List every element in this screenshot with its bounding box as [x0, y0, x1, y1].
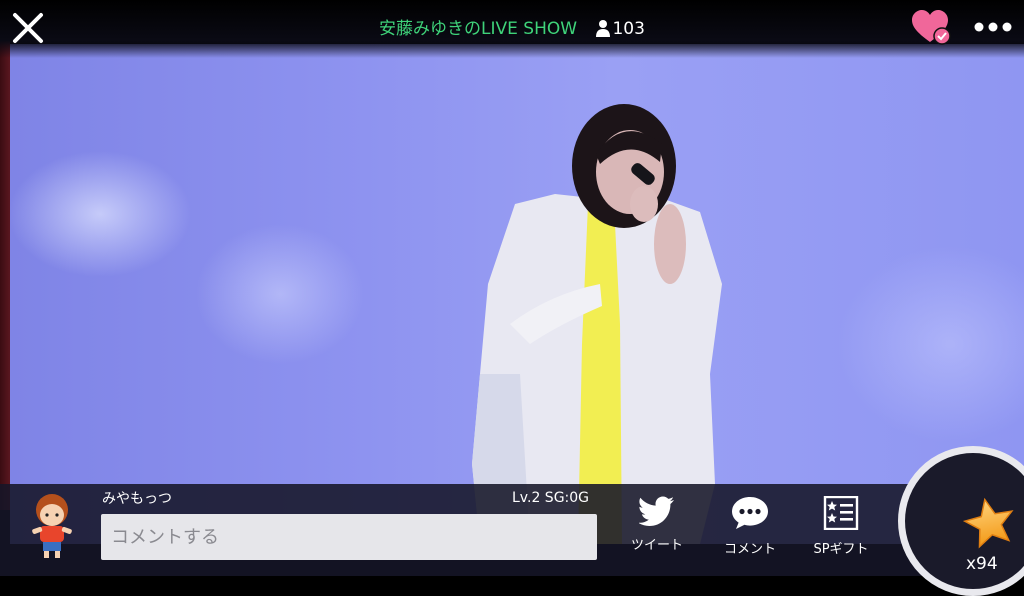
user-avatar[interactable]: [28, 490, 76, 562]
comment-button[interactable]: コメント: [710, 496, 790, 557]
top-bar: 安藤みゆきのLIVE SHOW 103: [0, 0, 1024, 58]
performer-image: [472, 104, 722, 544]
tweet-label: ツイート: [630, 538, 683, 553]
favorite-button[interactable]: [912, 10, 952, 46]
star-list-icon: [823, 496, 859, 530]
sp-gift-button[interactable]: SPギフト: [801, 496, 881, 557]
more-dots-icon: [974, 22, 1012, 32]
more-options-button[interactable]: [972, 17, 1014, 37]
stream-title: 安藤みゆきのLIVE SHOW: [379, 19, 578, 39]
stage-curtain-edge: [0, 40, 10, 510]
twitter-bird-icon: [639, 496, 674, 526]
viewer-count-value: 103: [612, 19, 645, 39]
star-icon: [962, 497, 1014, 549]
user-level: Lv.2 SG:0G: [512, 490, 590, 506]
sp-gift-label: SPギフト: [813, 542, 869, 557]
heart-check-icon: [912, 10, 951, 45]
comment-label: コメント: [723, 542, 776, 557]
live-video: [10, 44, 1024, 544]
star-count: x94: [966, 554, 998, 574]
comment-input[interactable]: [101, 514, 597, 560]
viewer-count: 103: [596, 19, 645, 39]
username: みやもっつ: [102, 491, 172, 507]
speech-bubble-icon: [732, 497, 768, 529]
stream-header: 安藤みゆきのLIVE SHOW 103: [0, 18, 1024, 40]
tweet-button[interactable]: ツイート: [617, 496, 697, 553]
person-icon: [596, 20, 611, 37]
